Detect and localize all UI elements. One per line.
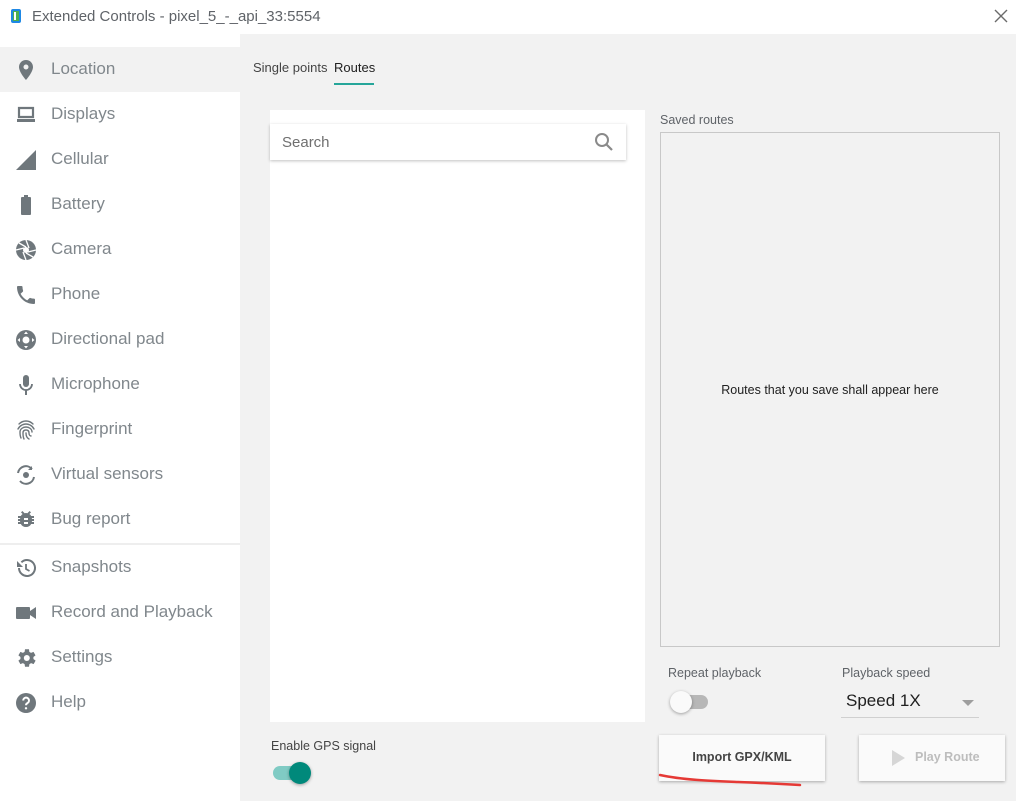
search-icon[interactable] [594, 132, 614, 152]
gear-icon [18, 649, 36, 667]
playback-speed-label: Playback speed [842, 666, 931, 680]
sidebar-item-label: Battery [51, 194, 105, 213]
toggle-thumb [289, 762, 311, 784]
cellular-signal-icon [16, 150, 36, 170]
sidebar-item-label: Directional pad [51, 329, 165, 348]
sidebar-item-displays[interactable]: Displays [0, 92, 240, 137]
import-button-label: Import GPX/KML [692, 750, 792, 764]
dpad-icon [16, 330, 36, 350]
sidebar-item-virtual-sensors[interactable]: Virtual sensors [0, 452, 240, 497]
enable-gps-label: Enable GPS signal [271, 739, 376, 753]
sidebar-item-label: Microphone [51, 374, 140, 393]
saved-routes-list: Routes that you save shall appear here [660, 132, 1000, 647]
active-tab-indicator [334, 83, 374, 85]
sidebar-item-settings[interactable]: Settings [0, 635, 240, 680]
repeat-playback-toggle[interactable] [670, 690, 710, 714]
chevron-down-icon [962, 700, 974, 706]
sidebar-item-battery[interactable]: Battery [0, 182, 240, 227]
sidebar-item-record-and-playback[interactable]: Record and Playback [0, 590, 240, 635]
display-icon [17, 106, 35, 122]
search-input[interactable] [282, 132, 582, 152]
location-pin-icon [19, 60, 33, 80]
red-underline-annotation [658, 773, 802, 787]
play-route-button[interactable]: Play Route [859, 735, 1005, 781]
sidebar-item-label: Virtual sensors [51, 464, 164, 483]
phone-icon [17, 286, 35, 304]
virtual-sensors-icon [17, 465, 35, 485]
sidebar-item-label: Help [51, 692, 86, 711]
tab-single-points[interactable]: Single points [253, 60, 327, 75]
fingerprint-icon [17, 420, 35, 440]
sidebar-item-label: Bug report [51, 509, 131, 528]
close-button[interactable] [990, 5, 1012, 27]
emulator-icon [11, 9, 21, 23]
main-panel: Single points Routes Saved routes Routes… [240, 34, 1016, 801]
sidebar-item-location[interactable]: Location [0, 47, 240, 92]
battery-icon [21, 195, 31, 215]
sidebar-item-label: Settings [51, 647, 113, 666]
sidebar-item-snapshots[interactable]: Snapshots [0, 545, 240, 590]
sidebar-item-label: Location [51, 59, 116, 78]
repeat-playback-label: Repeat playback [668, 666, 762, 680]
camera-aperture-icon [15, 239, 37, 261]
sidebar-item-directional-pad[interactable]: Directional pad [0, 317, 240, 362]
toggle-thumb [670, 691, 692, 713]
title-bar: Extended Controls - pixel_5_-_api_33:555… [0, 0, 1016, 34]
sidebar-item-phone[interactable]: Phone [0, 272, 240, 317]
sidebar-item-fingerprint[interactable]: Fingerprint [0, 407, 240, 452]
help-icon [16, 693, 36, 713]
bug-icon [18, 511, 34, 528]
sidebar-item-help[interactable]: Help [0, 680, 240, 725]
sidebar-item-label: Snapshots [51, 557, 132, 576]
tab-routes[interactable]: Routes [334, 60, 375, 75]
close-icon [994, 9, 1008, 23]
sidebar: Location Displays Cellular Battery Camer… [0, 34, 240, 801]
sidebar-item-label: Fingerprint [51, 419, 133, 438]
history-icon [17, 559, 36, 577]
window-title: Extended Controls - pixel_5_-_api_33:555… [32, 8, 321, 25]
sidebar-item-label: Record and Playback [51, 602, 213, 621]
sidebar-item-label: Phone [51, 284, 101, 303]
videocam-icon [16, 607, 36, 619]
search-box [270, 124, 626, 160]
saved-routes-empty-text: Routes that you save shall appear here [721, 383, 939, 397]
microphone-icon [19, 375, 33, 395]
sidebar-item-cellular[interactable]: Cellular [0, 137, 240, 182]
sidebar-item-camera[interactable]: Camera [0, 227, 240, 272]
sidebar-item-label: Camera [51, 239, 112, 258]
play-icon [892, 750, 905, 766]
sidebar-item-label: Cellular [51, 149, 109, 168]
playback-speed-select[interactable]: Speed 1X [841, 688, 979, 718]
play-button-label: Play Route [915, 750, 980, 764]
enable-gps-toggle[interactable] [271, 761, 311, 785]
saved-routes-label: Saved routes [660, 113, 734, 127]
sidebar-item-label: Displays [51, 104, 116, 123]
route-list-panel [270, 110, 645, 722]
sidebar-item-bug-report[interactable]: Bug report [0, 497, 240, 542]
sidebar-item-microphone[interactable]: Microphone [0, 362, 240, 407]
playback-speed-value: Speed 1X [846, 691, 921, 710]
